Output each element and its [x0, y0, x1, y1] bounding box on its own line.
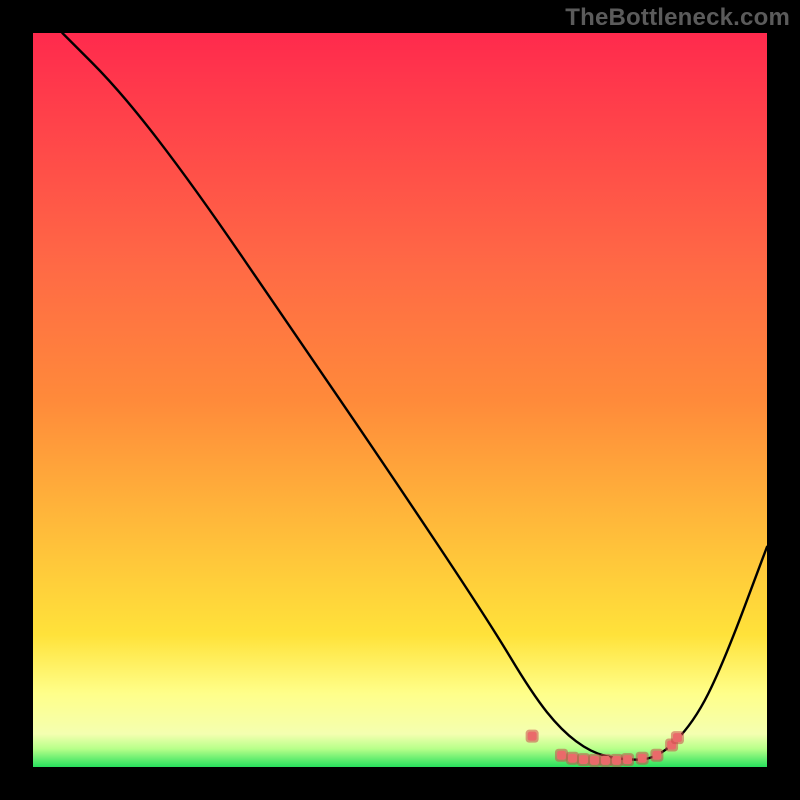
chart-plot-area [33, 33, 767, 767]
curve-marker [601, 756, 610, 765]
curve-marker [590, 756, 599, 765]
curve-marker [579, 755, 588, 764]
chart-frame: TheBottleneck.com [0, 0, 800, 800]
curve-marker [673, 733, 682, 742]
curve-marker [568, 754, 577, 763]
curve-marker [623, 755, 632, 764]
curve-marker [612, 756, 621, 765]
watermark-text: TheBottleneck.com [565, 4, 790, 32]
curve-marker [638, 754, 647, 763]
chart-background-gradient [33, 33, 767, 767]
curve-marker [557, 751, 566, 760]
curve-marker [528, 732, 537, 741]
chart-svg [33, 33, 767, 767]
curve-marker [652, 751, 661, 760]
